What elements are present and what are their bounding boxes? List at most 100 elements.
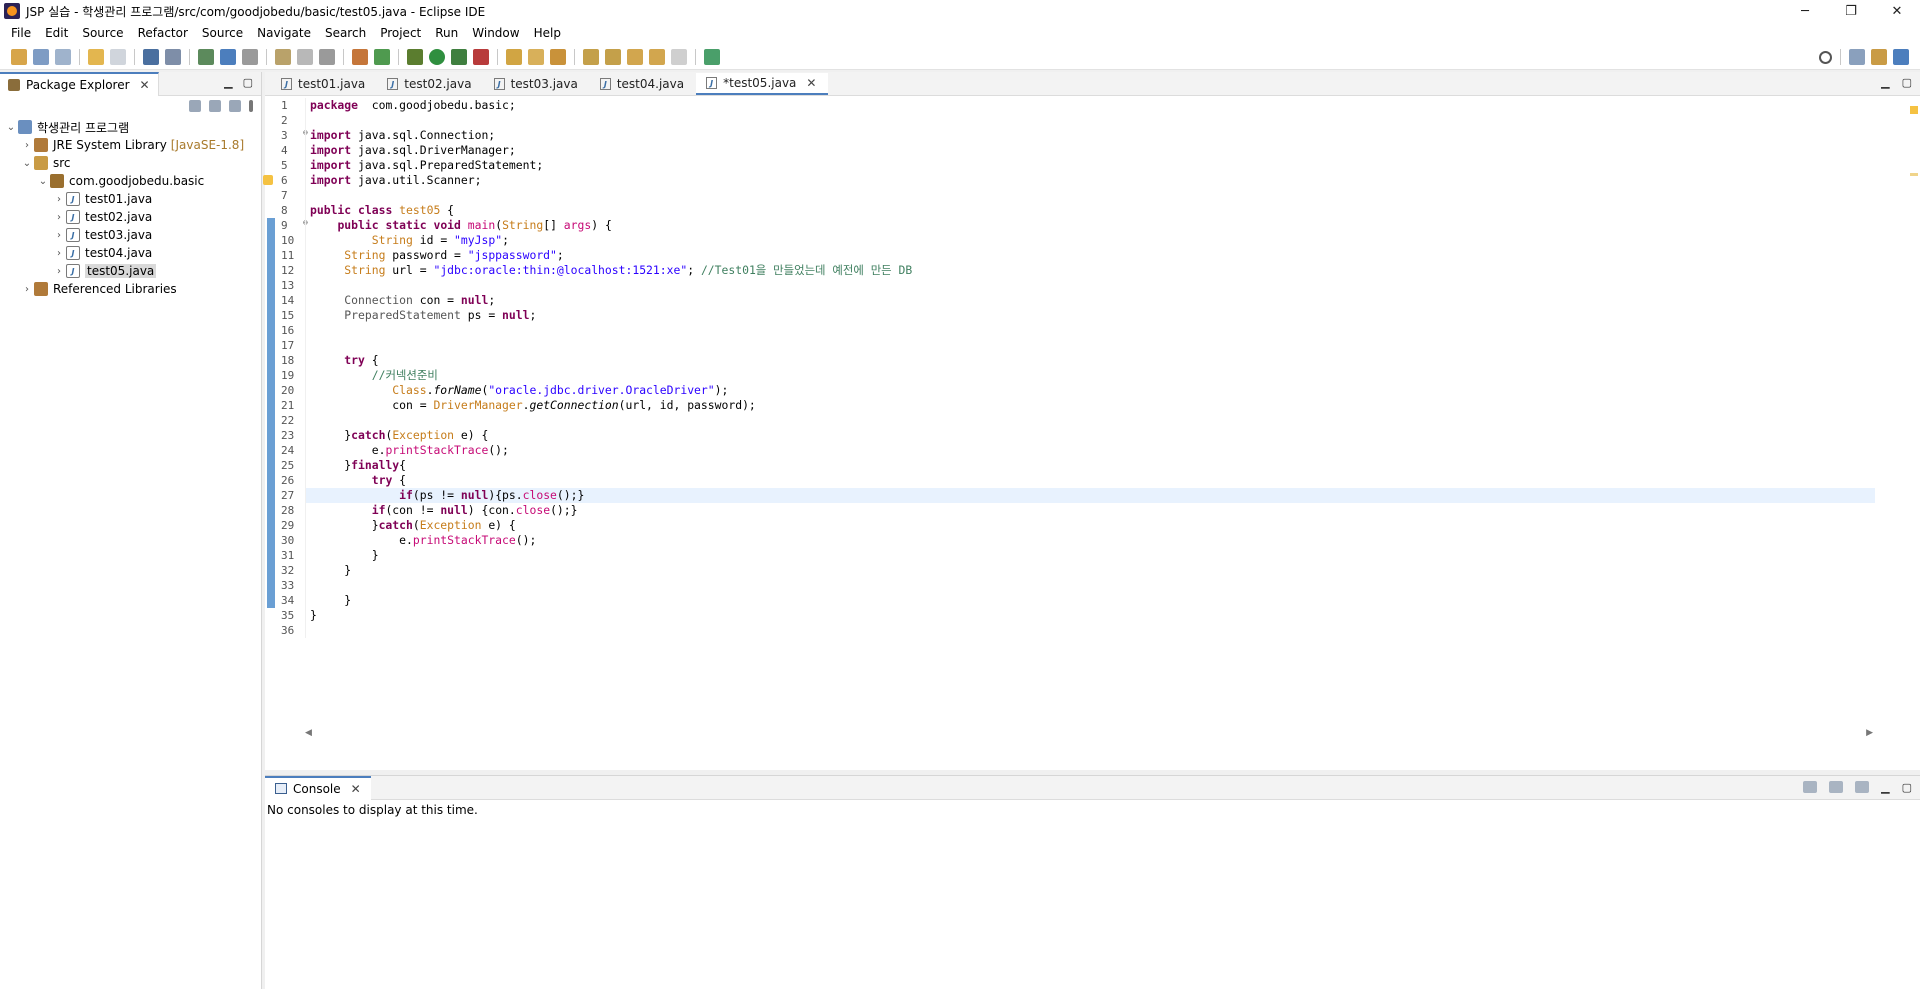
code-line[interactable]: import java.sql.PreparedStatement; (306, 158, 1875, 173)
code-line[interactable] (306, 623, 1875, 638)
horizontal-scrollbar[interactable]: ◀ ▶ (305, 728, 1875, 742)
open-console-icon[interactable] (1855, 781, 1870, 793)
code-line[interactable]: } (306, 548, 1875, 563)
expand-chevron-icon[interactable]: › (52, 194, 66, 205)
tree-item[interactable]: ⌄ com.goodjobedu.basic (0, 172, 261, 190)
display-console-icon[interactable] (1829, 781, 1844, 793)
redo-icon[interactable] (110, 48, 126, 65)
console-tab[interactable]: Console ✕ (265, 775, 371, 800)
code-line[interactable]: import java.sql.Connection; (306, 128, 1875, 143)
code-line[interactable]: e.printStackTrace(); (306, 443, 1875, 458)
build-icon[interactable] (352, 48, 368, 65)
filters-icon[interactable] (229, 100, 241, 112)
minimize-editor-icon[interactable]: ▁ (1881, 76, 1889, 89)
tree-item[interactable]: ⌄ 학생관리 프로그램 (0, 118, 261, 136)
search-icon[interactable] (1819, 50, 1832, 64)
code-line[interactable] (306, 113, 1875, 128)
tree-item[interactable]: › Jtest03.java (0, 226, 261, 244)
code-line[interactable]: } (306, 593, 1875, 608)
search-wand-icon[interactable] (550, 48, 566, 65)
expand-chevron-icon[interactable]: › (52, 212, 66, 223)
menu-window[interactable]: Window (465, 26, 526, 40)
expand-chevron-icon[interactable]: ⌄ (4, 122, 18, 133)
code-line[interactable]: PreparedStatement ps = null; (306, 308, 1875, 323)
code-editor[interactable]: 1 2 3 4 5 6 7 8 9 10 11 12 13 14 15 16 17 18 19 20 21 22 23 24 2… (263, 98, 1920, 754)
expand-chevron-icon[interactable]: › (52, 266, 66, 277)
code-line[interactable]: }finally{ (306, 458, 1875, 473)
open-perspective-shortcut-icon[interactable] (704, 48, 720, 65)
code-line[interactable]: } (306, 563, 1875, 578)
previous-annotation-icon[interactable] (605, 48, 621, 65)
maximize-editor-icon[interactable]: ▢ (1902, 76, 1912, 89)
warning-icon[interactable] (263, 175, 273, 185)
menu-help[interactable]: Help (527, 26, 568, 40)
toggle-block-icon[interactable] (242, 48, 258, 65)
menu-run[interactable]: Run (428, 26, 465, 40)
maximize-view-icon[interactable]: ▢ (243, 76, 253, 89)
menu-search[interactable]: Search (318, 26, 373, 40)
code-line[interactable]: import java.sql.DriverManager; (306, 143, 1875, 158)
save-all-icon[interactable] (55, 48, 71, 65)
debug-icon[interactable] (407, 48, 423, 65)
terminal-icon[interactable] (143, 48, 159, 65)
collapse-all-icon[interactable] (189, 100, 201, 112)
code-line[interactable]: String id = "myJsp"; (306, 233, 1875, 248)
forward-icon[interactable] (671, 48, 687, 65)
undo-icon[interactable] (88, 48, 104, 65)
pin-console-icon[interactable] (1803, 781, 1818, 793)
open-folder-icon[interactable] (528, 48, 544, 65)
run-icon[interactable] (429, 48, 445, 65)
minimize-button[interactable]: ─ (1782, 0, 1828, 22)
code-line[interactable] (306, 188, 1875, 203)
code-line[interactable] (306, 413, 1875, 428)
close-button[interactable]: ✕ (1874, 0, 1920, 22)
occurrence-overview-marker[interactable] (1910, 173, 1918, 176)
tree-item[interactable]: › Jtest02.java (0, 208, 261, 226)
expand-chevron-icon[interactable]: › (20, 284, 34, 295)
tree-item[interactable]: › Referenced Libraries (0, 280, 261, 298)
menu-project[interactable]: Project (373, 26, 428, 40)
word-wrap-icon[interactable] (275, 48, 291, 65)
code-line[interactable]: if(ps != null){ps.close();} (306, 488, 1875, 503)
menu-refactor[interactable]: Refactor (131, 26, 195, 40)
menu-file[interactable]: File (4, 26, 38, 40)
skip-breakpoints-icon[interactable] (165, 48, 181, 65)
code-line[interactable]: //커넥션준비 (306, 368, 1875, 383)
editor-tab[interactable]: Jtest01.java (271, 73, 377, 95)
last-edit-icon[interactable] (627, 48, 643, 65)
code-lines[interactable]: package com.goodjobedu.basic; import java… (305, 98, 1875, 638)
code-line[interactable] (306, 278, 1875, 293)
show-whitespace-icon[interactable] (297, 48, 313, 65)
code-line[interactable]: if(con != null) {con.close();} (306, 503, 1875, 518)
editor-tab[interactable]: Jtest02.java (377, 73, 483, 95)
editor-tab[interactable]: Jtest04.java (590, 73, 696, 95)
java-perspective-icon[interactable] (1893, 49, 1909, 65)
code-line[interactable] (306, 578, 1875, 593)
code-line[interactable]: String password = "jsppassword"; (306, 248, 1875, 263)
mark-occurrences-icon[interactable] (220, 48, 236, 65)
expand-chevron-icon[interactable]: › (52, 248, 66, 259)
editor-tab[interactable]: Jtest03.java (484, 73, 590, 95)
code-line[interactable]: e.printStackTrace(); (306, 533, 1875, 548)
code-line[interactable]: public static void main(String[] args) { (306, 218, 1875, 233)
code-line[interactable]: try { (306, 353, 1875, 368)
open-type-icon[interactable] (198, 48, 214, 65)
code-line[interactable]: Connection con = null; (306, 293, 1875, 308)
code-line[interactable] (306, 323, 1875, 338)
new-icon[interactable] (11, 48, 27, 65)
view-menu-icon[interactable] (249, 100, 253, 112)
tree-item[interactable]: › JRE System Library [JavaSE-1.8] (0, 136, 261, 154)
code-line[interactable]: }catch(Exception e) { (306, 428, 1875, 443)
tree-item[interactable]: ⌄ src (0, 154, 261, 172)
code-line[interactable] (306, 338, 1875, 353)
close-icon[interactable]: ✕ (351, 782, 361, 796)
code-line[interactable]: try { (306, 473, 1875, 488)
link-with-editor-icon[interactable] (209, 100, 221, 112)
close-icon[interactable]: ✕ (140, 78, 150, 92)
code-line[interactable]: } (306, 608, 1875, 623)
code-line[interactable]: Class.forName("oracle.jdbc.driver.Oracle… (306, 383, 1875, 398)
new-package-icon[interactable] (506, 48, 522, 65)
code-line[interactable]: String url = "jdbc:oracle:thin:@localhos… (306, 263, 1875, 278)
refresh-icon[interactable] (374, 48, 390, 65)
expand-chevron-icon[interactable]: ⌄ (36, 176, 50, 187)
